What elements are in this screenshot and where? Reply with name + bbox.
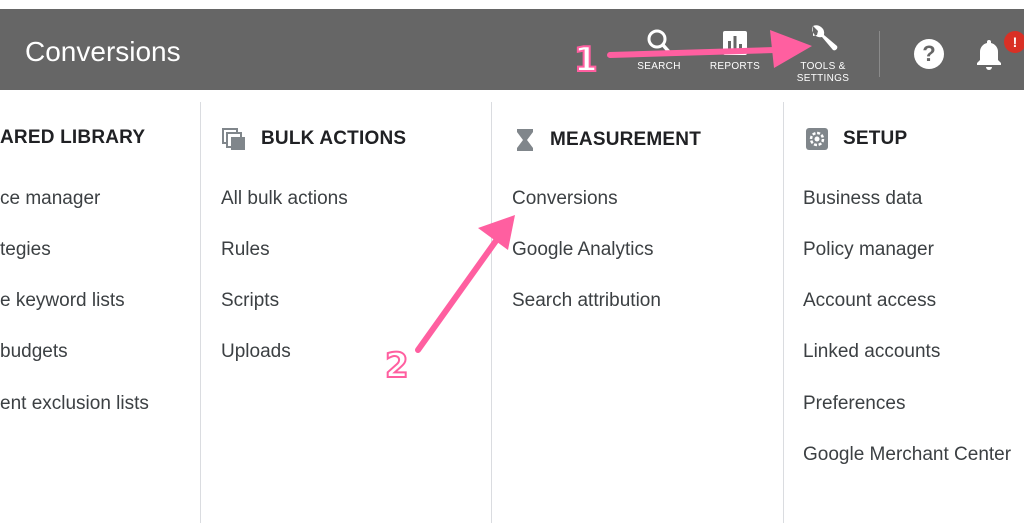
setup-heading-text: SETUP [843, 128, 908, 149]
menu-item-shared-4[interactable]: ent exclusion lists [0, 393, 149, 415]
tools-settings-button[interactable]: TOOLS & SETTINGS [783, 23, 863, 85]
notification-bell-icon[interactable] [974, 37, 1004, 71]
wrench-icon [812, 25, 838, 51]
reports-icon [723, 31, 747, 55]
column-divider [200, 102, 201, 523]
menu-item-all-bulk-actions[interactable]: All bulk actions [221, 188, 348, 210]
notification-badge: ! [1004, 31, 1024, 53]
column-divider [491, 102, 492, 523]
reports-button[interactable]: REPORTS [695, 27, 775, 73]
menu-item-business-data[interactable]: Business data [803, 188, 922, 210]
menu-item-shared-2[interactable]: e keyword lists [0, 290, 125, 312]
menu-item-google-analytics[interactable]: Google Analytics [512, 239, 654, 261]
menu-item-google-merchant-center[interactable]: Google Merchant Center [803, 444, 1011, 466]
menu-item-rules[interactable]: Rules [221, 239, 270, 261]
arrow-2-shaft [415, 235, 501, 353]
annotation-step-2: 2 [384, 345, 410, 387]
menu-item-scripts[interactable]: Scripts [221, 290, 279, 312]
shared-library-heading-text: ARED LIBRARY [0, 127, 146, 148]
bulk-actions-heading: BULK ACTIONS [221, 127, 406, 151]
measurement-heading-text: MEASUREMENT [550, 129, 702, 150]
hourglass-icon [517, 129, 533, 151]
tools-label-line1: TOOLS & [800, 61, 846, 72]
toolbar-divider [879, 31, 880, 77]
arrow-2-head [478, 215, 515, 250]
measurement-heading: MEASUREMENT [514, 127, 701, 153]
search-button[interactable]: SEARCH [619, 27, 699, 73]
shared-library-heading: ARED LIBRARY [0, 127, 145, 149]
annotation-step-1: 1 [573, 39, 599, 81]
menu-item-shared-0[interactable]: ce manager [0, 188, 100, 210]
menu-item-linked-accounts[interactable]: Linked accounts [803, 341, 940, 363]
setup-heading: SETUP [805, 127, 907, 151]
menu-item-policy-manager[interactable]: Policy manager [803, 239, 934, 261]
menu-item-preferences[interactable]: Preferences [803, 393, 905, 415]
menu-item-shared-3[interactable]: budgets [0, 341, 68, 363]
top-bar: Conversions SEARCH REPORTS TOOLS & SETTI… [0, 9, 1024, 90]
bulk-actions-heading-text: BULK ACTIONS [261, 128, 407, 149]
menu-item-shared-1[interactable]: tegies [0, 239, 51, 261]
help-icon[interactable]: ? [914, 39, 944, 69]
menu-item-search-attribution[interactable]: Search attribution [512, 290, 661, 312]
gear-icon [806, 128, 828, 150]
page-title: Conversions [25, 36, 181, 67]
search-label: SEARCH [637, 61, 681, 72]
reports-label: REPORTS [709, 61, 761, 72]
menu-item-account-access[interactable]: Account access [803, 290, 936, 312]
search-icon [647, 29, 672, 55]
bulk-actions-icon [222, 128, 245, 150]
menu-item-uploads[interactable]: Uploads [221, 341, 291, 363]
tools-label-line2: SETTINGS [796, 73, 850, 84]
column-divider [783, 102, 784, 523]
menu-item-conversions[interactable]: Conversions [512, 188, 618, 210]
